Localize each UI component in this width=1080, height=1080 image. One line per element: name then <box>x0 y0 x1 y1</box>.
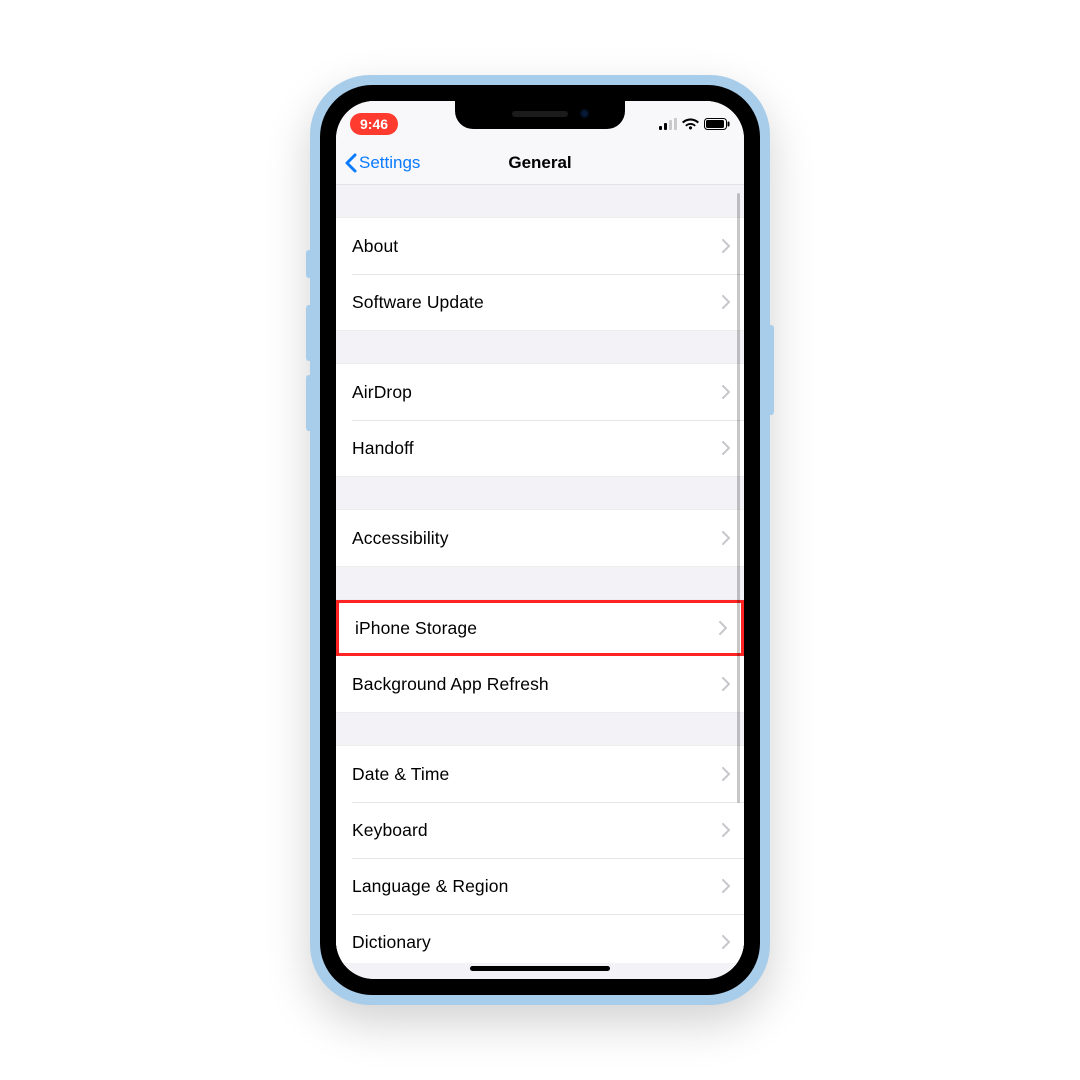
row-language-region[interactable]: Language & Region <box>336 858 744 914</box>
group-gap <box>336 713 744 745</box>
side-button-silent <box>306 250 312 278</box>
phone-screen: 9:46 <box>336 101 744 979</box>
row-keyboard[interactable]: Keyboard <box>336 802 744 858</box>
row-label: Accessibility <box>352 528 449 549</box>
front-camera <box>580 109 589 118</box>
battery-icon <box>704 118 730 130</box>
row-label: AirDrop <box>352 382 412 403</box>
group-gap <box>336 331 744 363</box>
row-label: Date & Time <box>352 764 449 785</box>
row-label: Handoff <box>352 438 414 459</box>
chevron-right-icon <box>722 677 730 691</box>
canvas: 9:46 <box>0 0 1080 1080</box>
wifi-icon <box>682 118 699 130</box>
group-2: AirDrop Handoff <box>336 363 744 477</box>
back-button-label: Settings <box>359 153 420 173</box>
back-button[interactable]: Settings <box>344 141 420 184</box>
chevron-right-icon <box>722 239 730 253</box>
row-label: iPhone Storage <box>355 618 477 639</box>
chevron-right-icon <box>722 767 730 781</box>
group-gap <box>336 567 744 599</box>
row-label: Software Update <box>352 292 484 313</box>
row-date-time[interactable]: Date & Time <box>336 746 744 802</box>
chevron-right-icon <box>722 531 730 545</box>
chevron-right-icon <box>722 385 730 399</box>
group-gap <box>336 477 744 509</box>
chevron-right-icon <box>722 295 730 309</box>
row-label: Keyboard <box>352 820 428 841</box>
side-button-volume-down <box>306 375 312 431</box>
status-time-recording-pill[interactable]: 9:46 <box>350 113 398 135</box>
chevron-right-icon <box>722 441 730 455</box>
row-airdrop[interactable]: AirDrop <box>336 364 744 420</box>
row-label: Dictionary <box>352 932 431 953</box>
cellular-signal-icon <box>659 118 677 130</box>
chevron-right-icon <box>722 879 730 893</box>
row-handoff[interactable]: Handoff <box>336 420 744 476</box>
row-label: Language & Region <box>352 876 508 897</box>
phone-frame: 9:46 <box>310 75 770 1005</box>
settings-list: About Software Update AirDrop H <box>336 185 744 971</box>
group-5: Date & Time Keyboard Language & Region D… <box>336 745 744 971</box>
scrollbar[interactable] <box>737 193 740 803</box>
chevron-right-icon <box>719 621 727 635</box>
group-3: Accessibility <box>336 509 744 567</box>
group-1: About Software Update <box>336 217 744 331</box>
side-button-volume-up <box>306 305 312 361</box>
row-label: Background App Refresh <box>352 674 549 695</box>
notch <box>455 101 625 129</box>
nav-bar: Settings General <box>336 141 744 185</box>
chevron-right-icon <box>722 823 730 837</box>
row-dictionary[interactable]: Dictionary <box>336 914 744 970</box>
row-about[interactable]: About <box>336 218 744 274</box>
nav-title: General <box>508 153 571 173</box>
row-iphone-storage[interactable]: iPhone Storage <box>336 600 744 656</box>
speaker-grille <box>512 111 568 117</box>
group-gap <box>336 185 744 217</box>
side-button-power <box>768 325 774 415</box>
status-indicators <box>659 118 730 130</box>
row-background-app-refresh[interactable]: Background App Refresh <box>336 656 744 712</box>
row-label: About <box>352 236 398 257</box>
group-4: iPhone Storage Background App Refresh <box>336 599 744 713</box>
home-indicator[interactable] <box>470 966 610 971</box>
chevron-left-icon <box>344 153 357 173</box>
chevron-right-icon <box>722 935 730 949</box>
row-accessibility[interactable]: Accessibility <box>336 510 744 566</box>
row-software-update[interactable]: Software Update <box>336 274 744 330</box>
